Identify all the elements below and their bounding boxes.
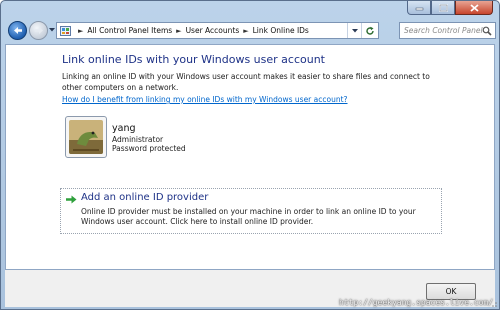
add-online-id-provider-task[interactable]: Add an online ID provider Online ID prov…	[60, 188, 442, 234]
forward-button[interactable]	[29, 21, 48, 40]
control-panel-window: ► All Control Panel Items ► User Account…	[0, 0, 500, 310]
minimize-icon	[415, 7, 423, 10]
address-history-dropdown[interactable]	[347, 23, 361, 38]
search-box[interactable]: Search Control Panel	[399, 22, 496, 39]
breadcrumb-link-online-ids[interactable]: Link Online IDs	[253, 26, 309, 35]
breadcrumb-separator-icon[interactable]: ►	[243, 27, 248, 35]
back-arrow-icon	[13, 27, 22, 34]
minimize-button[interactable]	[407, 1, 431, 15]
user-name: yang	[112, 123, 136, 134]
green-arrow-icon	[66, 195, 77, 204]
intro-text: Linking an online ID with your Windows u…	[62, 72, 430, 92]
chevron-down-icon	[351, 28, 358, 32]
user-picture	[69, 120, 103, 154]
control-panel-icon	[60, 25, 71, 36]
page-title: Link online IDs with your Windows user a…	[62, 53, 325, 66]
breadcrumb-user-accounts[interactable]: User Accounts	[186, 26, 240, 35]
breadcrumb-separator-icon[interactable]: ►	[176, 27, 181, 35]
watermark-url: http://geekyang.spaces.live.com/	[339, 298, 494, 307]
maximize-button[interactable]	[431, 1, 455, 15]
benefit-help-link[interactable]: How do I benefit from linking my online …	[62, 95, 348, 104]
navigation-bar: ► All Control Panel Items ► User Account…	[3, 19, 497, 43]
add-provider-title[interactable]: Add an online ID provider	[81, 192, 208, 203]
refresh-icon	[366, 26, 374, 35]
user-avatar	[65, 116, 107, 158]
recent-pages-dropdown-icon[interactable]	[49, 28, 55, 32]
breadcrumb-separator-icon[interactable]: ►	[78, 27, 83, 35]
add-provider-description: Online ID provider must be installed on …	[81, 207, 416, 226]
close-button[interactable]	[455, 1, 493, 15]
forward-arrow-icon	[34, 27, 43, 34]
content-pane: Link online IDs with your Windows user a…	[5, 44, 495, 270]
resize-grip-icon[interactable]	[489, 299, 497, 307]
close-icon	[469, 3, 479, 12]
breadcrumb-all-control-panel-items[interactable]: All Control Panel Items	[87, 26, 172, 35]
user-role: Administrator	[112, 135, 164, 144]
refresh-button[interactable]	[361, 23, 378, 38]
address-bar-controls	[347, 23, 378, 38]
search-icon[interactable]	[482, 26, 492, 36]
back-button[interactable]	[8, 21, 27, 40]
maximize-icon	[438, 3, 448, 12]
address-bar[interactable]: ► All Control Panel Items ► User Account…	[56, 22, 379, 39]
user-password-status: Password protected	[112, 144, 186, 153]
caption-buttons	[407, 1, 493, 15]
search-input[interactable]: Search Control Panel	[404, 26, 483, 35]
